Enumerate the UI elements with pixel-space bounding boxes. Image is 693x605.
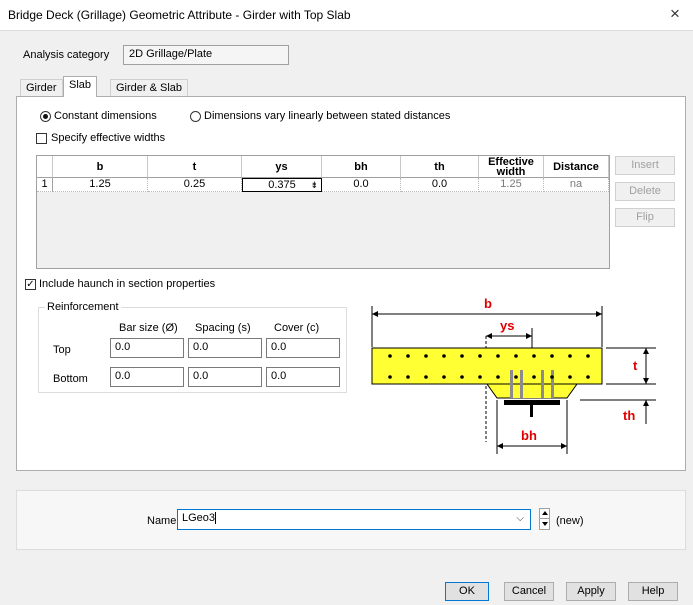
top-bar-size-input[interactable]: 0.0 [110, 338, 184, 358]
tab-slab[interactable]: Slab [63, 76, 98, 97]
constant-dimensions-label[interactable]: Constant dimensions [54, 110, 157, 122]
spacing-header: Spacing (s) [195, 322, 251, 334]
analysis-category-value: 2D Grillage/Plate [129, 48, 213, 60]
label-b: b [484, 296, 492, 311]
bottom-row-label: Bottom [53, 373, 88, 385]
column-header-bh[interactable]: bh [322, 156, 401, 178]
cover-header: Cover (c) [274, 322, 320, 334]
include-haunch-checkbox[interactable]: ✓ [25, 279, 36, 290]
insert-button[interactable]: Insert [615, 156, 675, 175]
top-row-label: Top [53, 344, 71, 356]
chevron-down-icon[interactable]: ⌵ [516, 513, 524, 524]
girder-web [530, 405, 533, 417]
cell-b[interactable]: 1.25 [53, 178, 148, 192]
top-spacing-input[interactable]: 0.0 [188, 338, 262, 358]
arrowhead [561, 443, 567, 449]
arrowhead [643, 400, 649, 406]
vary-dimensions-radio[interactable] [190, 111, 201, 122]
ok-button[interactable]: OK [445, 582, 489, 601]
row-index[interactable]: 1 [37, 178, 53, 192]
cell-ys-value: 0.375 [268, 179, 296, 191]
name-value: LGeo3 [182, 512, 216, 524]
bottom-spacing-input[interactable]: 0.0 [188, 367, 262, 387]
specify-effective-widths-label[interactable]: Specify effective widths [51, 132, 165, 144]
delete-button[interactable]: Delete [615, 182, 675, 201]
analysis-category-field: 2D Grillage/Plate [123, 45, 289, 65]
spin-down-icon[interactable] [542, 522, 548, 526]
name-spinner[interactable] [539, 508, 550, 530]
bar-size-header: Bar size (Ø) [119, 322, 178, 334]
cell-bh[interactable]: 0.0 [322, 178, 401, 192]
name-combobox[interactable]: LGeo3 ⌵ [177, 509, 531, 530]
arrowhead [372, 311, 378, 317]
arrowhead [643, 348, 649, 354]
bottom-bar-size-input[interactable]: 0.0 [110, 367, 184, 387]
name-label: Name [147, 515, 177, 527]
cell-th[interactable]: 0.0 [401, 178, 479, 192]
cell-t[interactable]: 0.25 [148, 178, 242, 192]
arrowhead [497, 443, 503, 449]
haunch-fill [510, 385, 554, 398]
slab-section-diagram: b ys t th bh [371, 296, 656, 454]
flip-button[interactable]: Flip [615, 208, 675, 227]
spin-up-icon[interactable] [542, 511, 548, 515]
label-ys: ys [500, 318, 514, 333]
cell-dropdown-icon[interactable]: ⇟ [310, 179, 318, 192]
bottom-cover-input[interactable]: 0.0 [266, 367, 340, 387]
cell-ys[interactable]: 0.375 ⇟ [242, 178, 322, 192]
tab-girder-and-slab-label: Girder & Slab [116, 82, 183, 94]
tab-girder[interactable]: Girder [20, 79, 63, 96]
tab-girder-and-slab[interactable]: Girder & Slab [110, 79, 189, 96]
reinforcement-title: Reinforcement [45, 301, 121, 313]
text-caret [215, 512, 217, 525]
column-header-effective-width[interactable]: Effective width [479, 156, 544, 178]
girder-flange [504, 400, 560, 405]
arrowhead [643, 378, 649, 384]
vary-dimensions-label[interactable]: Dimensions vary linearly between stated … [204, 110, 450, 122]
slab-body [371, 347, 603, 385]
column-header-distance[interactable]: Distance [544, 156, 609, 178]
title-bar: Bridge Deck (Grillage) Geometric Attribu… [0, 0, 693, 31]
analysis-category-label: Analysis category [23, 49, 110, 61]
label-th: th [623, 408, 635, 423]
cell-effective-width[interactable]: 1.25 [479, 178, 544, 192]
top-cover-input[interactable]: 0.0 [266, 338, 340, 358]
window-title: Bridge Deck (Grillage) Geometric Attribu… [8, 8, 351, 22]
cell-distance[interactable]: na [544, 178, 609, 192]
help-button[interactable]: Help [628, 582, 678, 601]
column-header-th[interactable]: th [401, 156, 479, 178]
arrowhead [486, 333, 492, 339]
tab-slab-label: Slab [69, 79, 92, 91]
arrowhead [596, 311, 602, 317]
column-header-t[interactable]: t [148, 156, 242, 178]
specify-effective-widths-checkbox[interactable] [36, 133, 47, 144]
tab-girder-label: Girder [26, 82, 57, 94]
arrowhead [526, 333, 532, 339]
label-bh: bh [521, 428, 537, 443]
column-header-ys[interactable]: ys [242, 156, 322, 178]
include-haunch-label[interactable]: Include haunch in section properties [39, 278, 215, 290]
apply-button[interactable]: Apply [566, 582, 616, 601]
name-status: (new) [556, 515, 584, 527]
label-t: t [633, 358, 638, 373]
column-header-b[interactable]: b [53, 156, 148, 178]
cancel-button[interactable]: Cancel [504, 582, 554, 601]
close-icon[interactable]: × [670, 4, 680, 24]
row-header-corner [37, 156, 53, 178]
spin-divider [540, 518, 549, 519]
dimensions-table: b t ys bh th Effective width Distance 1 … [36, 155, 610, 269]
constant-dimensions-radio[interactable] [40, 111, 51, 122]
